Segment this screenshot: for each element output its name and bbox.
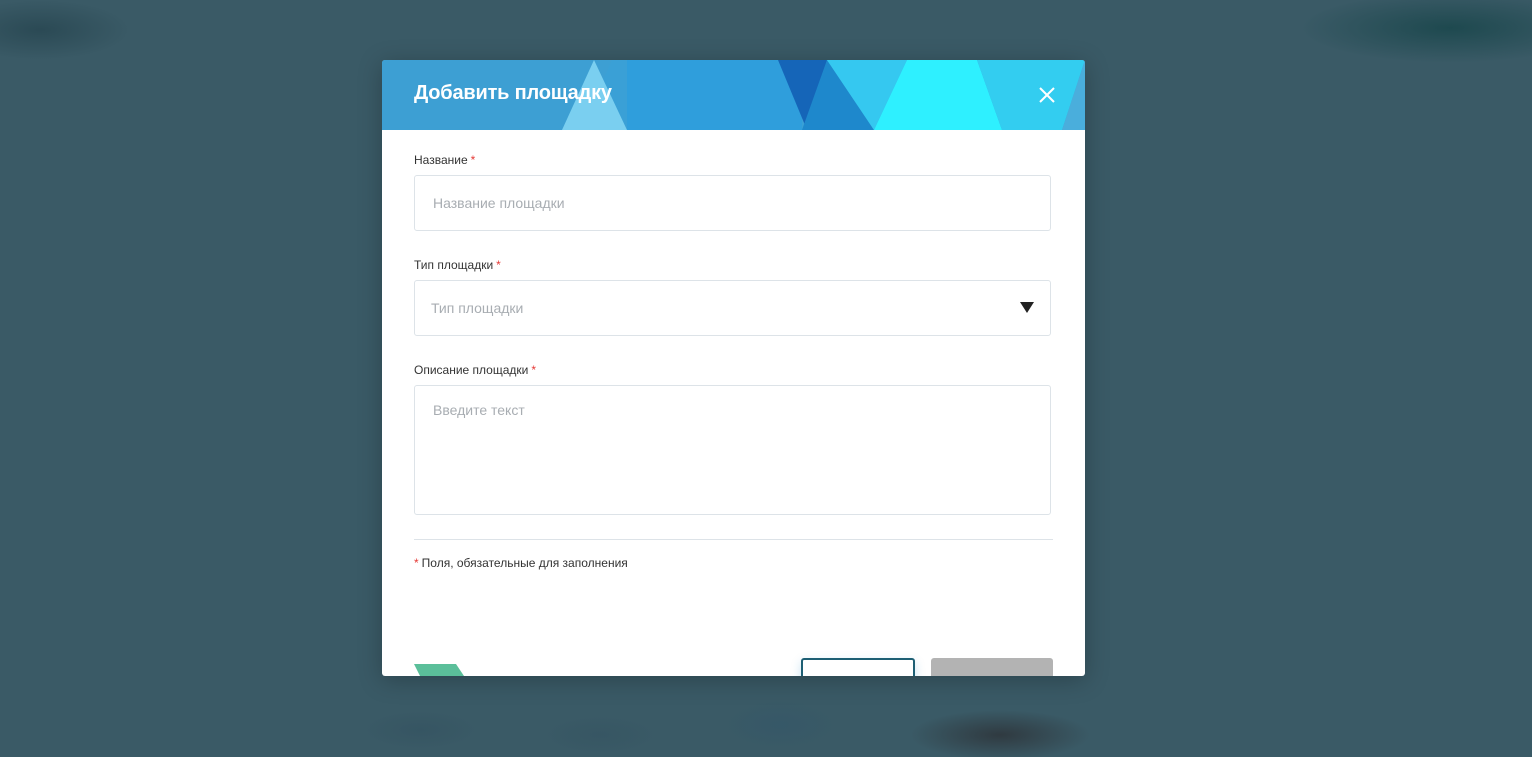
add-venue-modal: Добавить площадку Название* Тип площадки… <box>382 60 1085 676</box>
required-star: * <box>414 556 419 570</box>
description-label-text: Описание площадки <box>414 363 529 377</box>
modal-title: Добавить площадку <box>414 82 612 104</box>
required-star: * <box>470 153 476 167</box>
add-button[interactable]: Добавить <box>931 658 1053 676</box>
name-field-label: Название * <box>414 153 475 167</box>
required-note-text: Поля, обязательные для заполнения <box>421 556 628 570</box>
required-star: * <box>531 363 537 377</box>
close-button[interactable]: Закрыть <box>801 658 915 676</box>
form-divider <box>414 539 1053 540</box>
venue-name-input[interactable] <box>414 175 1051 231</box>
triangle-down-icon <box>1020 302 1034 313</box>
name-label-text: Название <box>414 153 468 167</box>
venue-type-select[interactable]: Тип площадки <box>414 280 1051 336</box>
modal-header: Добавить площадку <box>382 60 1085 130</box>
required-star: * <box>496 258 501 272</box>
close-icon <box>1039 87 1055 103</box>
type-label-text: Тип площадки <box>414 258 494 272</box>
required-fields-note: * Поля, обязательные для заполнения <box>414 556 628 570</box>
type-field-label: Тип площадки * <box>414 258 501 272</box>
description-field-label: Описание площадки * <box>414 363 536 377</box>
venue-type-placeholder: Тип площадки <box>431 300 524 316</box>
modal-close-button[interactable] <box>1037 85 1057 105</box>
footer-decoration <box>414 664 464 676</box>
venue-description-textarea[interactable] <box>414 385 1051 515</box>
